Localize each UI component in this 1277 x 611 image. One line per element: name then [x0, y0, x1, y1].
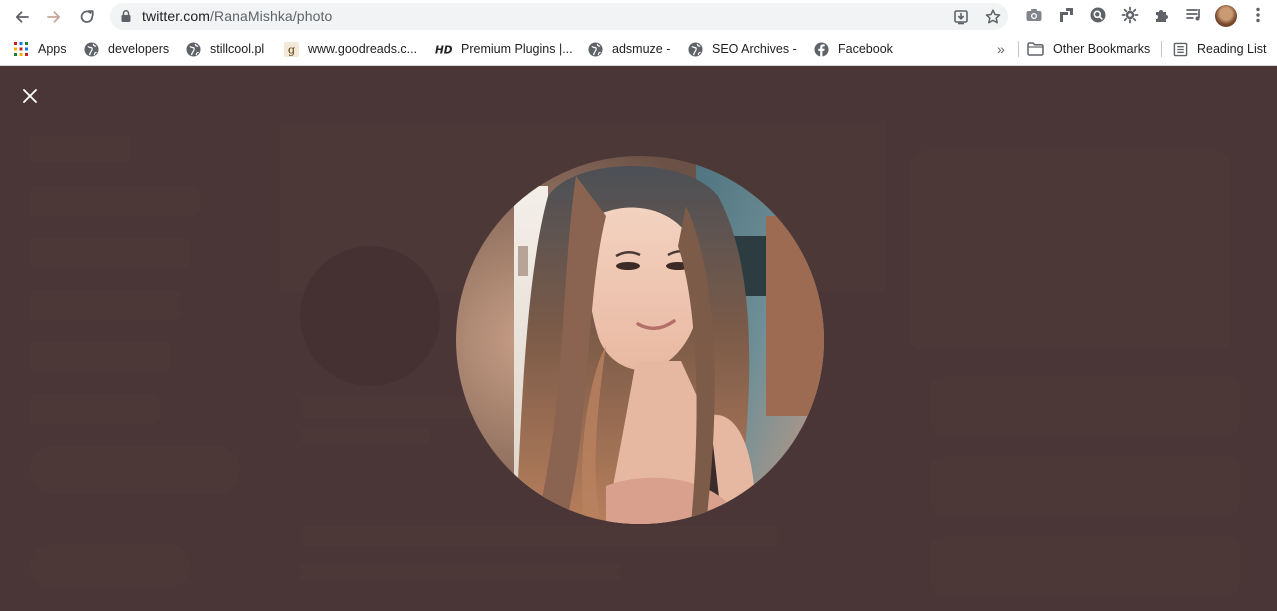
backdrop-shadow — [30, 544, 190, 588]
backdrop-shadow — [930, 456, 1240, 516]
backdrop-shadow — [930, 536, 1240, 596]
svg-text:g: g — [287, 43, 294, 56]
goodreads-icon: g — [283, 41, 299, 57]
bookmark-seo-archives[interactable]: SEO Archives - — [687, 40, 797, 58]
backdrop-shadow — [30, 238, 190, 268]
install-icon[interactable] — [952, 8, 970, 26]
bookmarks-bar: Apps developers stillcool.pl g www.goodre… — [0, 33, 1277, 66]
bookmark-adsmuze[interactable]: adsmuze - — [587, 40, 670, 58]
backdrop-shadow — [30, 186, 200, 216]
bookmark-label: Apps — [38, 42, 67, 56]
backdrop-shadow — [300, 561, 620, 581]
backdrop-shadow — [30, 342, 170, 372]
photo-modal-backdrop[interactable] — [0, 66, 1277, 611]
profile-photo — [456, 156, 824, 524]
lock-icon — [121, 10, 131, 22]
bookmark-apps[interactable]: Apps — [13, 40, 67, 58]
apps-grid-icon — [13, 41, 29, 57]
bookmarks-divider — [1018, 41, 1019, 57]
globe-icon — [687, 41, 703, 57]
url-path: /RanaMishka/photo — [210, 8, 333, 24]
close-button[interactable] — [14, 80, 46, 112]
star-bookmark-icon[interactable] — [984, 8, 1002, 26]
close-icon — [23, 89, 37, 103]
kebab-menu-icon[interactable] — [1248, 5, 1268, 25]
forward-arrow-icon — [47, 11, 61, 23]
other-bookmarks-label: Other Bookmarks — [1053, 42, 1151, 56]
settings-extension-icon[interactable] — [1120, 5, 1140, 25]
puzzle-extensions-icon[interactable] — [1152, 5, 1172, 25]
bookmarks-overflow-button[interactable]: » — [997, 40, 1005, 58]
cast-extension-icon[interactable] — [1056, 5, 1076, 25]
bookmark-developers[interactable]: developers — [83, 40, 169, 58]
bookmark-label: developers — [108, 42, 170, 56]
backdrop-shadow — [30, 394, 160, 424]
forward-button[interactable] — [42, 5, 66, 29]
svg-text:HD: HD — [435, 45, 452, 56]
bookmark-goodreads[interactable]: g www.goodreads.c... — [283, 40, 417, 58]
bookmark-label: www.goodreads.c... — [308, 42, 418, 56]
bookmark-premium-plugins[interactable]: HD Premium Plugins |... — [435, 40, 573, 58]
back-button[interactable] — [10, 5, 34, 29]
backdrop-shadow — [910, 151, 1230, 351]
facebook-icon — [813, 41, 829, 57]
media-queue-icon[interactable] — [1184, 5, 1204, 25]
bookmark-label: SEO Archives - — [712, 42, 797, 56]
backdrop-shadow — [300, 526, 780, 546]
reload-icon — [80, 10, 94, 23]
address-bar[interactable]: twitter.com/RanaMishka/photo — [110, 3, 1008, 30]
reload-button[interactable] — [75, 5, 99, 29]
bookmark-stillcool[interactable]: stillcool.pl — [185, 40, 264, 58]
backdrop-shadow — [30, 290, 180, 320]
bookmark-label: adsmuze - — [612, 42, 671, 56]
reading-list-label: Reading List — [1197, 42, 1267, 56]
backdrop-shadow — [930, 376, 1240, 436]
backdrop-shadow — [300, 246, 440, 386]
browser-toolbar: twitter.com/RanaMishka/photo — [0, 0, 1277, 33]
globe-icon — [587, 41, 603, 57]
search-extension-icon[interactable] — [1088, 5, 1108, 25]
backdrop-shadow — [30, 446, 240, 494]
reading-list-icon — [1172, 41, 1188, 57]
bookmark-label: Facebook — [838, 42, 893, 56]
reading-list[interactable]: Reading List — [1172, 40, 1267, 58]
globe-icon — [83, 41, 99, 57]
camera-extension-icon[interactable] — [1024, 5, 1044, 25]
url-text: twitter.com/RanaMishka/photo — [142, 8, 332, 24]
bookmark-label: stillcool.pl — [210, 42, 265, 56]
backdrop-shadow — [30, 136, 130, 162]
other-bookmarks[interactable]: Other Bookmarks — [1027, 40, 1150, 58]
bookmarks-divider — [1161, 41, 1162, 57]
bookmark-label: Premium Plugins |... — [461, 42, 573, 56]
url-host: twitter.com — [142, 8, 211, 24]
folder-icon — [1027, 41, 1044, 57]
back-arrow-icon — [15, 11, 29, 23]
bookmark-facebook[interactable]: Facebook — [813, 40, 893, 58]
globe-icon — [185, 41, 201, 57]
backdrop-shadow — [300, 428, 430, 444]
hd-icon: HD — [435, 41, 452, 57]
profile-photo-image — [456, 156, 824, 524]
profile-avatar[interactable] — [1215, 5, 1237, 27]
